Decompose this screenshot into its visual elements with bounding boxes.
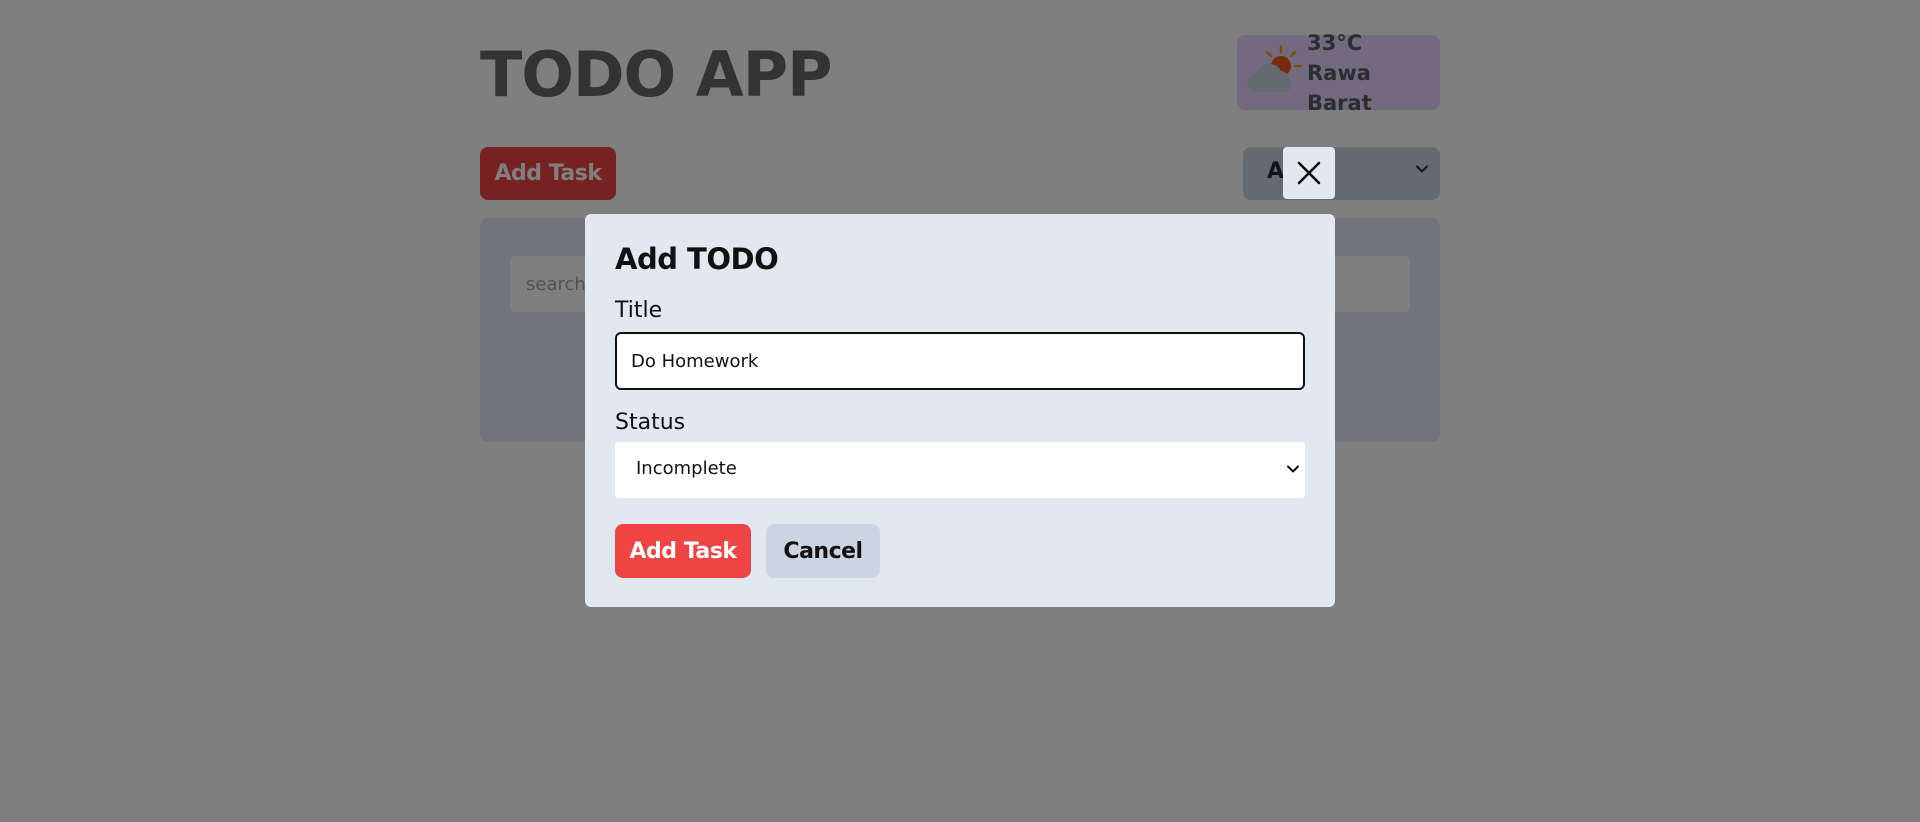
cancel-button[interactable]: Cancel	[766, 524, 880, 578]
status-select[interactable]: Incomplete	[615, 442, 1305, 498]
add-todo-modal: Add TODO Title Status Incomplete Add Tas…	[585, 214, 1335, 607]
chevron-down-icon	[1287, 465, 1299, 473]
modal-add-task-button[interactable]: Add Task	[615, 524, 751, 578]
title-label: Title	[615, 298, 663, 323]
title-input[interactable]	[615, 332, 1305, 390]
close-modal-button[interactable]	[1283, 147, 1335, 199]
close-icon	[1297, 161, 1321, 185]
status-label: Status	[615, 410, 686, 435]
status-selected-value: Incomplete	[636, 458, 737, 479]
modal-title: Add TODO	[615, 242, 779, 276]
